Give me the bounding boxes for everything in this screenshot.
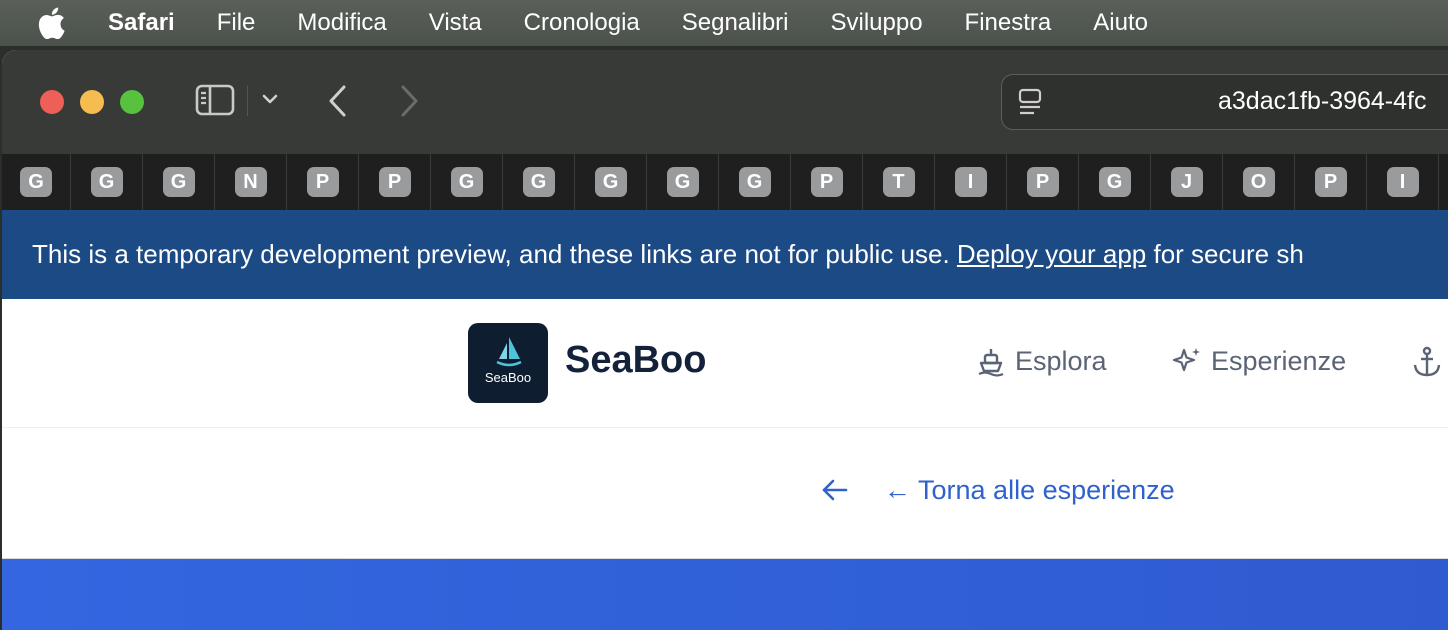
sparkles-icon <box>1172 348 1200 372</box>
back-to-experiences-link[interactable]: ← Torna alle esperienze <box>884 475 1175 506</box>
favorites-bar: GGGNPPGGGGGPTIPGJOPI <box>2 154 1448 210</box>
favorite-badge: J <box>1170 167 1203 197</box>
menu-cronologia[interactable]: Cronologia <box>524 9 640 37</box>
favorite-item[interactable]: I <box>935 154 1007 210</box>
banner-text-wrap: This is a temporary development preview,… <box>32 239 1304 270</box>
deploy-app-link[interactable]: Deploy your app <box>957 239 1146 269</box>
ship-icon <box>978 349 1004 377</box>
site-header: SeaBoo SeaBoo Esplora Esperienze <box>2 299 1448 428</box>
favorite-badge: I <box>1386 167 1419 197</box>
favorite-item[interactable]: P <box>791 154 863 210</box>
favorite-badge: G <box>666 167 699 197</box>
favorite-item[interactable]: G <box>143 154 215 210</box>
menu-file[interactable]: File <box>217 9 256 37</box>
favorite-badge: G <box>20 167 52 197</box>
favorite-item[interactable]: P <box>1007 154 1079 210</box>
anchor-icon <box>1413 346 1441 377</box>
browser-window: a3dac1fb-3964-4fc G G G N P P G G G G G P T I P G J O P I T… <box>2 50 1448 630</box>
favorite-item[interactable]: G <box>431 154 503 210</box>
address-url[interactable]: a3dac1fb-3964-4fc <box>1218 87 1426 116</box>
dev-preview-banner: This is a temporary development preview,… <box>2 210 1448 299</box>
favorite-badge: P <box>1026 167 1059 197</box>
menu-segnalibri[interactable]: Segnalibri <box>682 9 789 37</box>
favorite-badge: P <box>1314 167 1347 197</box>
sailboat-icon <box>496 337 522 367</box>
favorite-badge: N <box>234 167 267 197</box>
seaboo-logo[interactable]: SeaBoo <box>468 323 548 403</box>
favorite-badge: O <box>1242 167 1275 197</box>
nav-explore[interactable]: Esplora <box>975 345 1107 377</box>
menu-finestra[interactable]: Finestra <box>965 9 1052 37</box>
browser-toolbar: a3dac1fb-3964-4fc <box>2 50 1448 155</box>
favorite-badge: P <box>378 167 411 197</box>
favorite-badge: G <box>90 167 123 197</box>
favorite-item[interactable]: P <box>1295 154 1367 210</box>
back-nav-icon[interactable] <box>326 83 350 119</box>
nav-experiences-label: Esperienze <box>1211 345 1347 376</box>
favorite-badge: G <box>738 167 771 197</box>
menu-modifica[interactable]: Modifica <box>297 9 386 37</box>
zoom-window-button[interactable] <box>120 90 144 114</box>
back-arrow-icon[interactable] <box>820 476 850 509</box>
minimize-window-button[interactable] <box>80 90 104 114</box>
chevron-down-icon[interactable] <box>261 92 279 106</box>
favorite-badge: G <box>162 167 195 197</box>
forward-nav-icon[interactable] <box>397 83 421 119</box>
favorite-item[interactable]: T <box>863 154 935 210</box>
favorite-badge: G <box>450 167 483 197</box>
favorite-badge: G <box>594 167 627 197</box>
favorite-item[interactable]: O <box>1223 154 1295 210</box>
favorite-item[interactable]: G <box>71 154 143 210</box>
menu-vista[interactable]: Vista <box>429 9 482 37</box>
hero-banner <box>2 558 1448 630</box>
brand-name[interactable]: SeaBoo <box>565 339 706 382</box>
favorite-item[interactable]: J <box>1151 154 1223 210</box>
toolbar-divider <box>247 86 248 116</box>
sidebar-toggle-icon[interactable] <box>195 83 235 117</box>
favorite-item[interactable]: G <box>575 154 647 210</box>
nav-explore-label: Esplora <box>1015 345 1107 376</box>
banner-text-after: for secure sh <box>1146 239 1304 269</box>
menu-bar: Safari File Modifica Vista Cronologia Se… <box>0 0 1448 46</box>
banner-text: This is a temporary development preview,… <box>32 239 957 269</box>
favorite-item[interactable]: P <box>359 154 431 210</box>
menu-aiuto[interactable]: Aiuto <box>1093 9 1148 37</box>
favorite-item[interactable]: G <box>1079 154 1151 210</box>
favorite-item[interactable]: N <box>215 154 287 210</box>
favorite-badge: P <box>810 167 843 197</box>
favorite-item[interactable]: G <box>503 154 575 210</box>
favorite-item[interactable]: G <box>2 154 71 210</box>
address-bar[interactable]: a3dac1fb-3964-4fc <box>1001 74 1448 130</box>
favorite-badge: T <box>882 167 915 197</box>
favorite-item[interactable]: G <box>719 154 791 210</box>
favorite-item[interactable]: I <box>1367 154 1439 210</box>
favorite-badge: G <box>522 167 555 197</box>
page-menu-icon[interactable] <box>1016 87 1046 117</box>
nav-anchor[interactable] <box>1410 345 1448 379</box>
nav-experiences[interactable]: Esperienze <box>1171 345 1346 377</box>
favorite-item[interactable]: G <box>647 154 719 210</box>
menu-app-name[interactable]: Safari <box>108 9 175 37</box>
favorite-item[interactable]: P <box>287 154 359 210</box>
favorite-badge: G <box>1098 167 1131 197</box>
apple-logo-icon[interactable] <box>38 6 68 40</box>
favorite-badge: P <box>306 167 339 197</box>
back-row: ← Torna alle esperienze <box>2 428 1448 556</box>
logo-text: SeaBoo <box>484 370 532 385</box>
favorite-badge: I <box>954 167 987 197</box>
close-window-button[interactable] <box>40 90 64 114</box>
menu-sviluppo[interactable]: Sviluppo <box>830 9 922 37</box>
